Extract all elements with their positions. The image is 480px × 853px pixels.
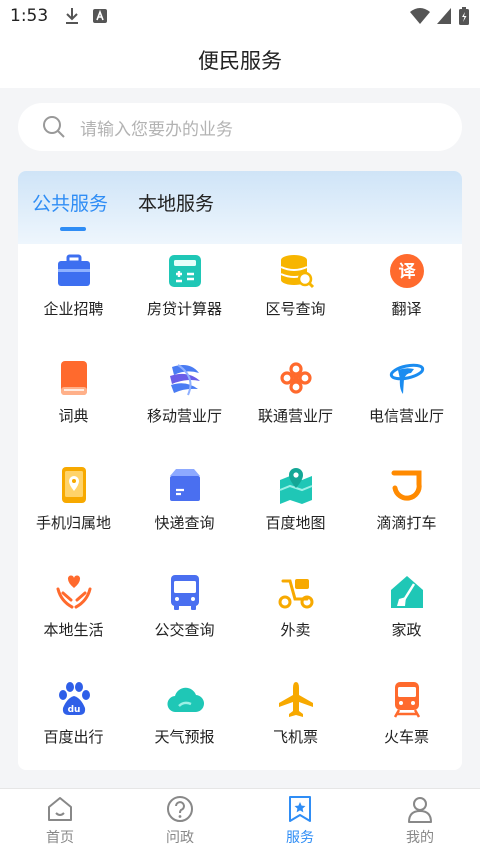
- service-item[interactable]: 天气预报: [129, 672, 240, 770]
- service-label: 百度地图: [265, 514, 326, 532]
- map-icon: [279, 468, 313, 504]
- service-item[interactable]: 区号查询: [240, 244, 351, 344]
- service-label: 火车票: [383, 728, 429, 746]
- star-bookmark-icon: [289, 796, 311, 822]
- briefcase-icon: [58, 254, 90, 286]
- translate-icon: 译: [390, 254, 424, 288]
- cloud-icon: [167, 687, 204, 713]
- package-icon: [170, 469, 200, 501]
- service-label: 房贷计算器: [146, 300, 222, 318]
- service-label: 区号查询: [265, 300, 326, 318]
- service-item[interactable]: 词典: [18, 351, 129, 451]
- nav-inquiry[interactable]: 问政: [120, 789, 240, 853]
- service-label: 移动营业厅: [146, 407, 222, 425]
- phone-location-icon: [62, 467, 86, 503]
- question-icon: [167, 796, 193, 822]
- services-card: 公共服务 本地服务 企业招聘 房贷计算器 区号查询 译 翻译 词典 移动营业厅 …: [18, 171, 462, 770]
- wifi-icon: [410, 8, 430, 24]
- service-item[interactable]: du 百度出行: [18, 672, 129, 770]
- service-label: 滴滴打车: [376, 514, 437, 532]
- nav-label: 问政: [166, 830, 194, 846]
- tab-public-services[interactable]: 公共服务: [32, 189, 108, 216]
- service-label: 企业招聘: [43, 300, 104, 318]
- calculator-icon: [169, 255, 201, 287]
- search-placeholder: 请输入您要办的业务: [80, 119, 233, 140]
- nav-home[interactable]: 首页: [0, 789, 120, 853]
- service-label: 词典: [58, 407, 89, 425]
- service-label: 飞机票: [272, 728, 318, 746]
- service-item[interactable]: 飞机票: [240, 672, 351, 770]
- home-icon: [48, 797, 72, 821]
- tab-local-services[interactable]: 本地服务: [138, 189, 214, 216]
- signal-icon: [437, 8, 451, 24]
- service-item[interactable]: 移动营业厅: [129, 351, 240, 451]
- service-item[interactable]: 外卖: [240, 565, 351, 665]
- scooter-icon: [278, 579, 314, 609]
- service-item[interactable]: 快递查询: [129, 458, 240, 558]
- title-bar: 便民服务: [0, 32, 480, 88]
- service-item[interactable]: 手机归属地: [18, 458, 129, 558]
- database-search-icon: [280, 255, 315, 289]
- service-label: 电信营业厅: [368, 407, 444, 425]
- china-unicom-icon: [280, 362, 312, 394]
- baidu-paw-icon: du: [59, 682, 90, 715]
- svg-text:译: 译: [399, 262, 417, 282]
- search-icon: [43, 116, 65, 138]
- user-icon: [408, 797, 432, 823]
- service-label: 快递查询: [154, 514, 215, 532]
- service-item[interactable]: 本地生活: [18, 565, 129, 665]
- service-item[interactable]: 百度地图: [240, 458, 351, 558]
- didi-icon: [391, 470, 422, 501]
- service-label: 手机归属地: [35, 514, 111, 532]
- service-label: 外卖: [280, 621, 311, 639]
- nav-label: 服务: [286, 830, 314, 846]
- page-title: 便民服务: [198, 49, 282, 73]
- service-label: 家政: [391, 621, 422, 639]
- active-tab-indicator: [60, 227, 86, 231]
- nav-label: 我的: [406, 830, 434, 846]
- china-telecom-icon: [389, 363, 425, 394]
- service-item[interactable]: 联通营业厅: [240, 351, 351, 451]
- service-item[interactable]: 译 翻译: [351, 244, 462, 344]
- nav-profile[interactable]: 我的: [360, 789, 480, 853]
- tab-header: 公共服务 本地服务: [18, 171, 462, 244]
- service-item[interactable]: 滴滴打车: [351, 458, 462, 558]
- dictionary-icon: [61, 361, 87, 395]
- nav-label: 首页: [46, 830, 74, 846]
- app-notification-icon: [93, 9, 108, 23]
- hands-heart-icon: [56, 575, 92, 609]
- service-label: 联通营业厅: [257, 407, 333, 425]
- service-label: 天气预报: [154, 728, 215, 746]
- bottom-navigation: 首页 问政 服务 我的: [0, 788, 480, 853]
- service-item[interactable]: 电信营业厅: [351, 351, 462, 451]
- service-label: 翻译: [391, 300, 422, 318]
- bus-icon: [171, 575, 199, 610]
- airplane-icon: [279, 682, 313, 717]
- service-item[interactable]: 房贷计算器: [129, 244, 240, 344]
- service-label: 本地生活: [43, 621, 104, 639]
- search-area: 请输入您要办的业务: [0, 88, 480, 152]
- house-broom-icon: [391, 576, 423, 608]
- service-label: 公交查询: [154, 621, 215, 639]
- nav-services[interactable]: 服务: [240, 789, 360, 853]
- service-label: 百度出行: [43, 728, 104, 746]
- service-item[interactable]: 火车票: [351, 672, 462, 770]
- svg-text:du: du: [68, 705, 81, 715]
- search-input[interactable]: 请输入您要办的业务: [18, 103, 462, 151]
- download-icon: [66, 8, 79, 24]
- status-bar: 1:53: [0, 0, 480, 32]
- china-mobile-icon: [170, 364, 200, 396]
- service-item[interactable]: 家政: [351, 565, 462, 665]
- service-item[interactable]: 公交查询: [129, 565, 240, 665]
- status-time: 1:53: [10, 6, 49, 26]
- train-icon: [393, 682, 421, 718]
- battery-icon: [459, 7, 469, 25]
- service-item[interactable]: 企业招聘: [18, 244, 129, 344]
